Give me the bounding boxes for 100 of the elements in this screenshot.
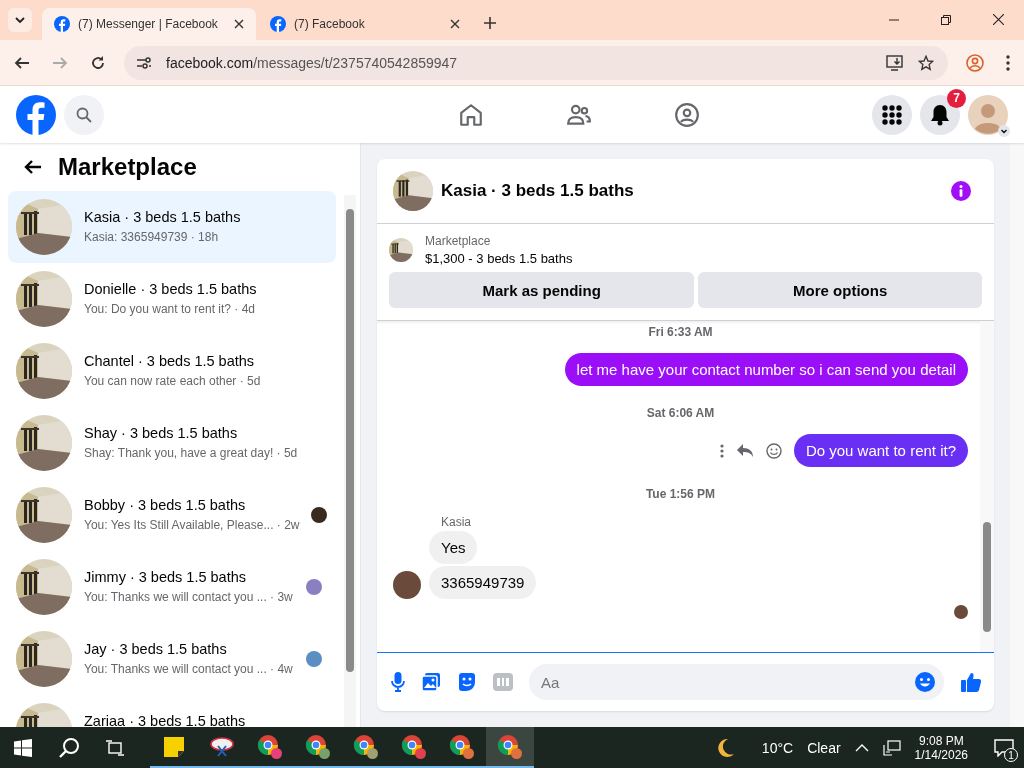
- menu-button[interactable]: [872, 94, 912, 135]
- browser-tab[interactable]: (7) Messenger | Facebook: [42, 8, 256, 40]
- conversation-title: Shay · 3 beds 1.5 baths: [84, 424, 239, 442]
- reply-icon[interactable]: [735, 442, 754, 459]
- conversation-item[interactable]: Donielle · 3 beds 1.5 baths You: Do you want to rent it? · 4d: [8, 263, 336, 335]
- conversation-item[interactable]: Chantel · 3 beds 1.5 baths You can now rate each other · 5d: [8, 335, 336, 407]
- install-app-icon[interactable]: [886, 54, 904, 71]
- more-icon[interactable]: [719, 443, 724, 458]
- message-bubble: let me have your contact number so i can send you detail: [564, 353, 968, 386]
- scrollbar[interactable]: [1010, 143, 1024, 727]
- message-bubble: 3365949739: [429, 566, 537, 599]
- conversation-title: Kasia · 3 beds 1.5 baths: [84, 208, 242, 226]
- url-text: facebook.com/messages/t/2375740542859947: [166, 54, 458, 71]
- emoji-icon[interactable]: [914, 671, 936, 693]
- tab-search-button[interactable]: [8, 8, 32, 32]
- chevron-down-icon: [998, 124, 1010, 137]
- network-icon[interactable]: [882, 739, 901, 756]
- message-preview: Kasia: 3365949739 · 18h: [84, 229, 220, 245]
- section-title: Marketplace: [58, 153, 197, 181]
- conversation-item[interactable]: Jay · 3 beds 1.5 baths You: Thanks we will contact you ... · 4w: [8, 623, 336, 695]
- sticker-icon[interactable]: [457, 672, 477, 692]
- listing-action-button[interactable]: More options: [698, 272, 982, 308]
- conversation-item[interactable]: Jimmy · 3 beds 1.5 baths You: Thanks we will contact you ... · 3w: [8, 551, 336, 623]
- avatar-icon: [968, 94, 1008, 135]
- notification-count: 1: [1004, 748, 1018, 762]
- tab-title: (7) Facebook: [294, 17, 366, 31]
- menu-icon[interactable]: [1006, 54, 1010, 71]
- bookmark-star-icon[interactable]: [918, 54, 934, 71]
- facebook-logo-icon: [270, 16, 286, 32]
- search-icon[interactable]: [58, 736, 80, 759]
- account-avatar[interactable]: [968, 94, 1008, 135]
- browser-tab[interactable]: (7) Facebook: [258, 8, 472, 40]
- message-icon: [994, 738, 1014, 757]
- tab-title: (7) Messenger | Facebook: [78, 17, 219, 31]
- task-view-icon[interactable]: [106, 739, 124, 756]
- home-icon[interactable]: [458, 101, 484, 128]
- bell-icon: [930, 103, 950, 126]
- search-button[interactable]: [64, 94, 104, 135]
- seen-avatar: [954, 605, 968, 619]
- listing-label: Marketplace: [425, 234, 492, 248]
- clock-time: 9:08 PM: [918, 733, 964, 748]
- message-preview: Shay: Thank you, have a great day! · 5d: [84, 445, 299, 461]
- conversation-title: Bobby · 3 beds 1.5 baths: [84, 496, 247, 514]
- new-tab-icon[interactable]: [484, 17, 496, 29]
- chevron-down-icon: [14, 14, 26, 26]
- back-arrow-icon[interactable]: [24, 159, 42, 175]
- clock-date: 1/14/2026: [914, 747, 968, 762]
- facebook-logo-icon[interactable]: [16, 94, 56, 135]
- conversation-item[interactable]: Bobby · 3 beds 1.5 baths You: Yes Its Still Available, Please... · 2w: [8, 479, 336, 551]
- scrollbar[interactable]: [980, 321, 994, 652]
- notification-badge: 7: [947, 88, 966, 108]
- scrollbar[interactable]: [344, 195, 356, 727]
- message-preview: You: Thanks we will contact you ... · 3w: [84, 589, 294, 605]
- reload-icon[interactable]: [90, 54, 106, 71]
- snipping-tool-icon: [210, 735, 234, 758]
- search-icon: [76, 106, 92, 123]
- chat-title: Kasia · 3 beds 1.5 baths: [441, 181, 634, 201]
- message-bubble: Do you want to rent it?: [793, 434, 968, 467]
- address-bar[interactable]: facebook.com/messages/t/2375740542859947: [124, 45, 948, 80]
- message-preview: You: Yes Its Still Available, Please... · 2w: [84, 517, 300, 533]
- restore-icon[interactable]: [941, 15, 951, 25]
- message-bubble: Yes: [429, 531, 478, 564]
- listing-title: $1,300 - 3 beds 1.5 baths: [425, 251, 573, 266]
- back-icon[interactable]: [14, 54, 30, 71]
- emoji-icon[interactable]: [765, 442, 782, 459]
- grid-icon: [882, 104, 902, 125]
- conversation-title: Jimmy · 3 beds 1.5 baths: [84, 568, 247, 586]
- weather-condition: Clear: [807, 739, 841, 756]
- message-preview: You can now rate each other · 5d: [84, 373, 262, 389]
- close-icon[interactable]: [234, 19, 244, 29]
- close-icon[interactable]: [993, 14, 1004, 25]
- conversation-item[interactable]: Shay · 3 beds 1.5 baths Shay: Thank you, have a great day! · 5d: [8, 407, 336, 479]
- conversation-title: Donielle · 3 beds 1.5 baths: [84, 280, 258, 298]
- info-icon[interactable]: [950, 180, 972, 202]
- timestamp: Tue 1:56 PM: [645, 487, 716, 501]
- facebook-logo-icon: [54, 16, 70, 32]
- conversation-title: Zariaa · 3 beds 1.5 baths: [84, 712, 247, 727]
- conversation-title: Jay · 3 beds 1.5 baths: [84, 640, 228, 658]
- notifications-button[interactable]: [920, 94, 960, 135]
- conversation-item[interactable]: Kasia · 3 beds 1.5 baths Kasia: 3365949739 · 18h: [8, 191, 336, 263]
- site-settings-icon[interactable]: [136, 54, 152, 71]
- windows-start-icon[interactable]: [14, 738, 32, 757]
- sender-avatar: [393, 571, 421, 599]
- timestamp: Fri 6:33 AM: [648, 325, 713, 339]
- photo-icon[interactable]: [421, 672, 441, 692]
- listing-action-button[interactable]: Mark as pending: [389, 272, 695, 308]
- message-preview: You: Do you want to rent it? · 4d: [84, 301, 256, 317]
- temperature: 10°C: [761, 739, 794, 756]
- thumbs-up-icon[interactable]: [960, 671, 982, 693]
- conversation-title: Chantel · 3 beds 1.5 baths: [84, 352, 256, 370]
- profile-icon[interactable]: [966, 53, 984, 72]
- timestamp: Sat 6:06 AM: [646, 406, 715, 420]
- microphone-icon[interactable]: [391, 672, 405, 692]
- close-icon[interactable]: [450, 19, 460, 29]
- message-preview: You: Thanks we will contact you ... · 4w: [84, 661, 294, 677]
- message-field[interactable]: Aa: [529, 664, 944, 700]
- chevron-up-icon[interactable]: [854, 742, 869, 753]
- sticky-note-icon: [163, 735, 185, 758]
- notification-center-button[interactable]: 1: [984, 727, 1024, 768]
- groups-icon[interactable]: [674, 101, 700, 128]
